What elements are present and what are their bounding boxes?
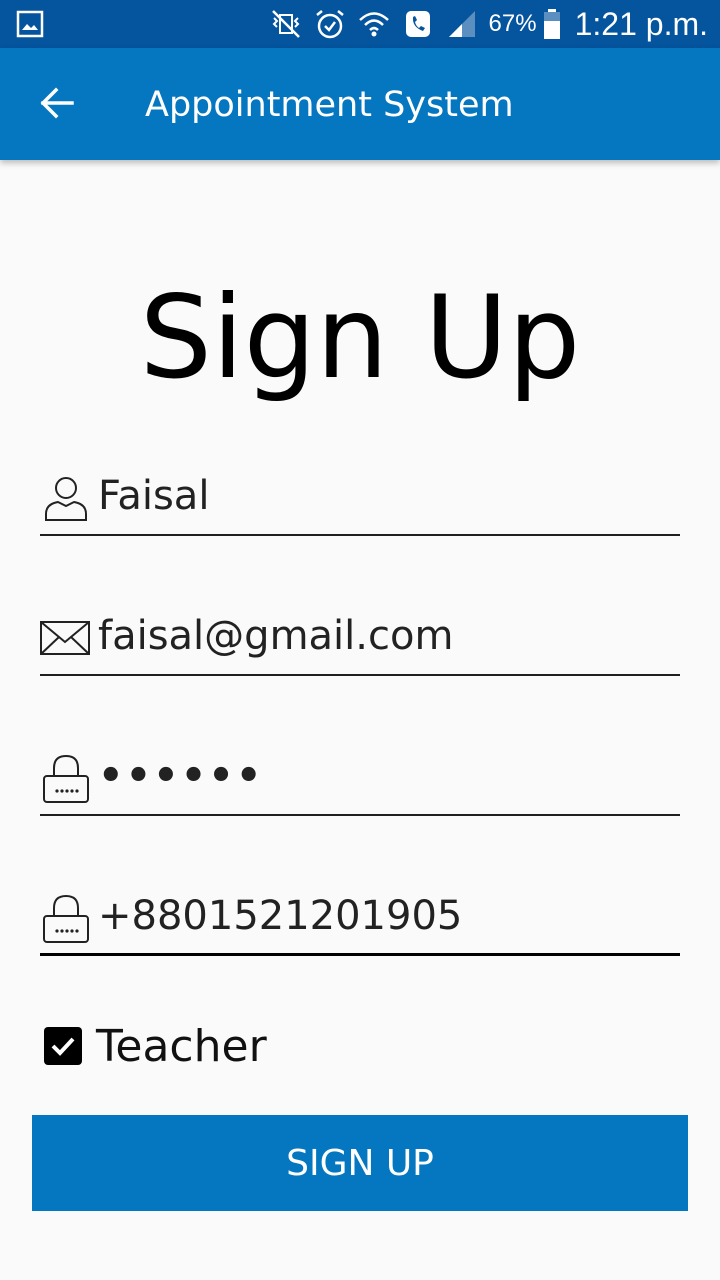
arrow-back-icon	[40, 87, 74, 119]
status-bar: 67% 1:21 p.m.	[0, 0, 720, 48]
name-underline	[40, 534, 680, 536]
battery-icon	[543, 9, 560, 39]
phone-underline	[40, 953, 680, 956]
alarm-icon	[315, 10, 344, 39]
page-title: Sign Up	[139, 271, 581, 404]
sign-up-button[interactable]: SIGN UP	[32, 1115, 688, 1211]
app-bar: Appointment System	[0, 48, 720, 160]
person-icon	[45, 477, 87, 521]
vibrate-off-icon	[271, 10, 300, 38]
password-underline	[40, 814, 680, 816]
password-field[interactable]: ••••••	[40, 740, 680, 816]
password-input[interactable]: ••••••	[98, 752, 263, 800]
clock: 1:21 p.m.	[574, 5, 708, 42]
email-field[interactable]: faisal@gmail.com	[40, 600, 680, 676]
signal-icon	[448, 11, 475, 37]
email-input[interactable]: faisal@gmail.com	[98, 612, 453, 660]
phone-field[interactable]: +8801521201905	[40, 880, 680, 956]
teacher-checkbox[interactable]	[44, 1027, 82, 1065]
name-input[interactable]: Faisal	[98, 472, 209, 520]
teacher-label: Teacher	[96, 1020, 267, 1072]
name-field[interactable]: Faisal	[40, 460, 680, 536]
back-button[interactable]	[24, 70, 90, 136]
email-underline	[40, 674, 680, 676]
envelope-icon	[40, 621, 90, 655]
app-title: Appointment System	[145, 85, 514, 125]
call-icon	[405, 11, 430, 37]
teacher-checkbox-row[interactable]: Teacher	[44, 1016, 267, 1076]
wifi-icon	[358, 12, 389, 37]
lock-icon	[43, 754, 89, 803]
checkmark-icon	[51, 1037, 75, 1056]
status-icons: 67% 1:21 p.m.	[269, 0, 708, 48]
gallery-icon	[16, 10, 44, 38]
battery-percent: 67%	[488, 10, 537, 37]
phone-input[interactable]: +8801521201905	[98, 892, 462, 940]
lock-icon	[43, 894, 89, 943]
